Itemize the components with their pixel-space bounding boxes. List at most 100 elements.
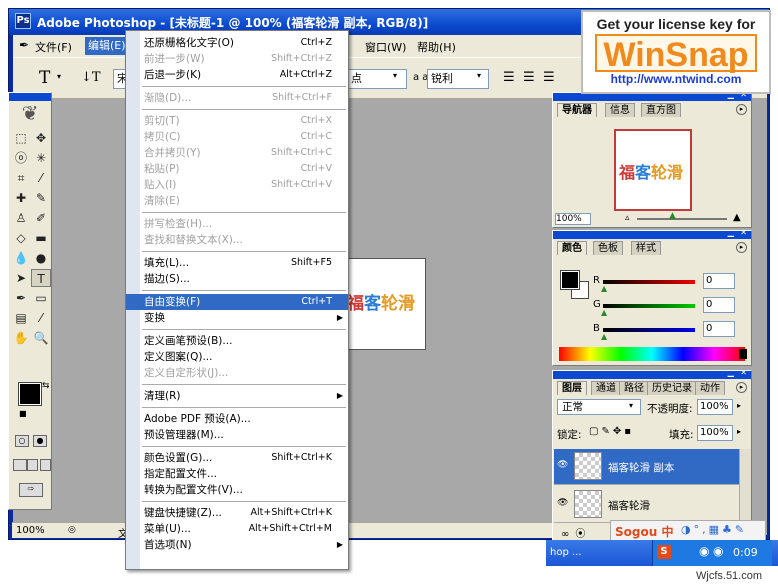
- layer-link-icon[interactable]: ∞⦿: [561, 525, 591, 540]
- shape-tool-icon[interactable]: ▭: [31, 289, 51, 307]
- edit-menu-item[interactable]: 清理(R) ▶: [126, 388, 348, 404]
- green-slider[interactable]: [603, 304, 695, 308]
- layers-scrollbar[interactable]: [739, 449, 751, 523]
- edit-menu-item[interactable]: 定义画笔预设(B)...: [126, 333, 348, 349]
- path-selection-tool-icon[interactable]: ➤: [11, 269, 31, 287]
- tab-actions[interactable]: 动作: [695, 381, 725, 395]
- fill-arrow-icon[interactable]: ▸: [737, 427, 741, 436]
- layer-row-copy[interactable]: 👁 福客轮滑 副本: [554, 449, 740, 485]
- ad-url[interactable]: http://www.ntwind.com: [583, 72, 769, 86]
- ime-tools-icons[interactable]: ◑°,▦♣✎: [681, 523, 747, 536]
- marquee-tool-icon[interactable]: ⬚: [11, 129, 31, 147]
- menu-file[interactable]: 文件(F): [35, 39, 72, 55]
- winsnap-ad-banner[interactable]: Get your license key for WinSnap http://…: [581, 10, 771, 94]
- font-size-dropdown-icon[interactable]: ▾: [393, 71, 397, 80]
- tab-paths[interactable]: 路径: [619, 381, 649, 395]
- crop-tool-icon[interactable]: ⌗: [11, 169, 31, 187]
- align-right-icon[interactable]: ☰: [543, 70, 555, 85]
- ps-menu-icon[interactable]: ✒: [19, 38, 29, 52]
- tab-styles[interactable]: 样式: [631, 241, 661, 255]
- tab-layers[interactable]: 图层: [557, 381, 587, 395]
- edit-menu-item[interactable]: 定义图案(Q)...: [126, 349, 348, 365]
- tab-swatches[interactable]: 色板: [593, 241, 623, 255]
- antialias-dropdown-icon[interactable]: ▾: [477, 71, 481, 80]
- quick-mask-icon[interactable]: ●: [33, 435, 47, 447]
- dodge-tool-icon[interactable]: ●: [31, 249, 51, 267]
- slice-tool-icon[interactable]: ⁄: [31, 169, 51, 187]
- edit-menu-item[interactable]: 预设管理器(M)...: [126, 427, 348, 443]
- layer-visibility-eye-icon[interactable]: 👁: [557, 460, 568, 470]
- photoshop-app-icon[interactable]: Ps: [15, 13, 31, 29]
- clone-stamp-tool-icon[interactable]: ♙: [11, 209, 31, 227]
- lasso-tool-icon[interactable]: ⓞ: [11, 149, 31, 167]
- edit-menu-item[interactable]: 还原栅格化文字(O) Ctrl+Z: [126, 35, 348, 51]
- blue-slider[interactable]: [603, 328, 695, 332]
- navigator-preview[interactable]: 福客轮滑: [614, 129, 692, 211]
- edit-menu-item[interactable]: 菜单(U)... Alt+Shift+Ctrl+M: [126, 521, 348, 537]
- foreground-color-swatch[interactable]: [18, 382, 42, 406]
- move-tool-icon[interactable]: ✥: [31, 129, 51, 147]
- align-center-icon[interactable]: ☰: [523, 70, 535, 85]
- tray-clock[interactable]: 0:09: [733, 546, 758, 559]
- swap-colors-icon[interactable]: ⇆: [42, 381, 50, 391]
- screen-mode-full-menu-icon[interactable]: [27, 459, 38, 471]
- text-tool-icon[interactable]: T: [39, 68, 50, 88]
- edit-menu-item[interactable]: 转换为配置文件(V)...: [126, 482, 348, 498]
- navigator-panel-header[interactable]: ▁ ✕: [553, 90, 751, 101]
- opacity-field[interactable]: 100%: [697, 399, 733, 415]
- zoom-in-icon[interactable]: ▲: [733, 212, 741, 223]
- pen-tool-icon[interactable]: ✒: [11, 289, 31, 307]
- tools-palette-header[interactable]: [9, 93, 51, 101]
- color-menu-button[interactable]: ▸: [736, 242, 747, 253]
- red-value-field[interactable]: 0: [703, 273, 735, 289]
- edit-menu-item[interactable]: 变换 ▶: [126, 310, 348, 326]
- menu-window[interactable]: 窗口(W): [365, 39, 406, 55]
- color-panel-header[interactable]: ▁ ✕: [553, 228, 751, 239]
- lock-options-icons[interactable]: ▢✎✥▪: [589, 426, 634, 437]
- edit-menu-item[interactable]: Adobe PDF 预设(A)...: [126, 411, 348, 427]
- fill-field[interactable]: 100%: [697, 425, 733, 441]
- menu-edit[interactable]: 编辑(E): [85, 37, 129, 55]
- blur-tool-icon[interactable]: 💧: [11, 249, 31, 267]
- tab-history[interactable]: 历史记录: [647, 381, 697, 395]
- default-colors-icon[interactable]: ■: [19, 409, 27, 418]
- color-spectrum-ramp[interactable]: [559, 347, 745, 361]
- green-slider-thumb[interactable]: ▲: [601, 308, 607, 317]
- tab-histogram[interactable]: 直方图: [641, 103, 681, 117]
- align-left-icon[interactable]: ☰: [503, 70, 515, 85]
- opacity-arrow-icon[interactable]: ▸: [737, 401, 741, 410]
- edit-menu-item[interactable]: 描边(S)...: [126, 271, 348, 287]
- navigator-zoom-slider[interactable]: [637, 218, 727, 220]
- status-info-icon[interactable]: ◎: [68, 525, 76, 535]
- screen-mode-standard-icon[interactable]: [13, 459, 27, 471]
- document-canvas[interactable]: 福客轮滑: [340, 258, 426, 350]
- edit-menu-item[interactable]: 后退一步(K) Alt+Ctrl+Z: [126, 67, 348, 83]
- orientation-toggle-icon[interactable]: ↓T: [81, 70, 101, 85]
- edit-menu-item[interactable]: 填充(L)... Shift+F5: [126, 255, 348, 271]
- eraser-tool-icon[interactable]: ◇: [11, 229, 31, 247]
- status-zoom[interactable]: 100%: [16, 525, 45, 536]
- edit-menu-item[interactable]: 自由变换(F) Ctrl+T: [126, 294, 348, 310]
- layers-menu-button[interactable]: ▸: [736, 382, 747, 393]
- screen-mode-full-icon[interactable]: [40, 459, 51, 471]
- menu-help[interactable]: 帮助(H): [417, 39, 456, 55]
- tray-network-icon[interactable]: ◉: [699, 544, 709, 558]
- layer-visibility-eye-icon[interactable]: 👁: [557, 498, 568, 508]
- blue-slider-thumb[interactable]: ▲: [601, 332, 607, 341]
- edit-menu-item[interactable]: 键盘快捷键(Z)... Alt+Shift+Ctrl+K: [126, 505, 348, 521]
- tab-channels[interactable]: 通道: [591, 381, 621, 395]
- tab-color[interactable]: 颜色: [557, 241, 587, 255]
- standard-mode-icon[interactable]: ○: [15, 435, 29, 447]
- navigator-slider-thumb[interactable]: ▲: [669, 211, 676, 221]
- tab-info[interactable]: 信息: [605, 103, 635, 117]
- adobe-feather-icon[interactable]: ❦: [9, 101, 51, 129]
- gradient-tool-icon[interactable]: ▬: [31, 229, 51, 247]
- navigator-menu-button[interactable]: ▸: [736, 104, 747, 115]
- blue-value-field[interactable]: 0: [703, 321, 735, 337]
- healing-brush-tool-icon[interactable]: ✚: [11, 189, 31, 207]
- navigator-zoom-field[interactable]: 100%: [555, 213, 591, 225]
- layers-panel-header[interactable]: ▁ ✕: [553, 371, 751, 379]
- tab-navigator[interactable]: 导航器: [557, 103, 597, 117]
- layer-row-original[interactable]: 👁 福客轮滑: [554, 487, 740, 523]
- red-slider-thumb[interactable]: ▲: [601, 284, 607, 293]
